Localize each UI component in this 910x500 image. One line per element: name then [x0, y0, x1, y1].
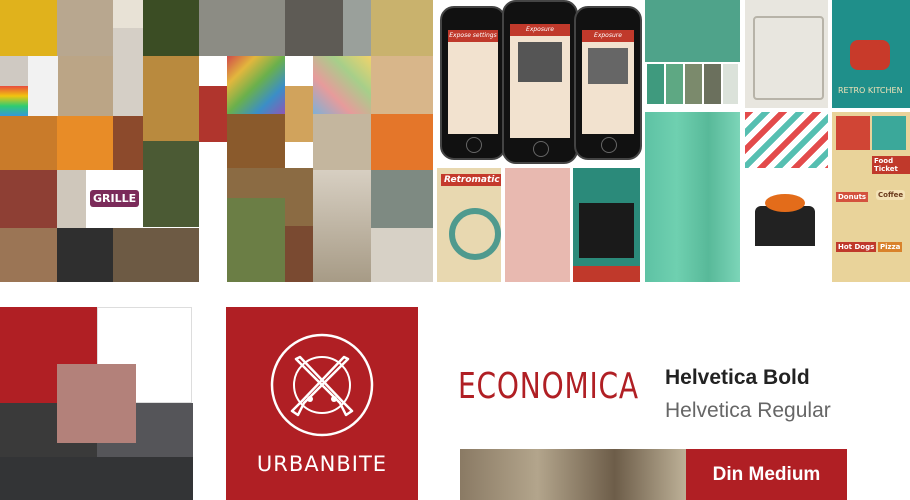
- home-button-icon: [601, 137, 617, 153]
- collage-tile-steak-salad: [227, 198, 285, 282]
- phone-mockup-center: Exposure: [502, 0, 578, 164]
- palette-swatch: [704, 64, 721, 104]
- collage-tile-dinner: [113, 116, 143, 170]
- display-font-sample: ECONOMICA: [458, 366, 639, 407]
- collage-tile-chevron: [745, 112, 828, 168]
- collage-tile-vegetables: [227, 114, 285, 168]
- moodboard-collage: GRILLE Expose settings Exposure Exposure…: [0, 0, 910, 282]
- collage-tile-storefront: [57, 170, 86, 228]
- collage-tile-persimmons: [57, 116, 113, 170]
- collage-tile-street: [113, 228, 199, 282]
- grille-logo-text: GRILLE: [90, 190, 140, 207]
- collage-tile-bbq: [143, 141, 199, 227]
- collage-tile-camera-app: [573, 168, 640, 282]
- collage-tile-box: [371, 56, 433, 114]
- bold-font-sample: Helvetica Bold: [665, 366, 810, 389]
- brand-name: URBANBITE: [256, 452, 388, 476]
- collage-tile-guacamole: [143, 0, 199, 56]
- brand-logo-block: URBANBITE: [226, 307, 418, 500]
- collage-tile-pinup-poster: [505, 168, 570, 282]
- collage-tile-retro-kitchen: RETRO KITCHEN: [832, 0, 910, 108]
- palette-swatch: [723, 64, 738, 104]
- collage-tile-cutlery: [0, 56, 28, 86]
- collage-tile-yellow-pot: [0, 0, 57, 56]
- collage-tile-burger: [285, 86, 313, 142]
- collage-tile-kitchen-table: [285, 0, 343, 56]
- collage-tile-tote: [28, 56, 58, 116]
- collage-tile-shelves: [58, 56, 113, 116]
- collage-tile-cityscape: [313, 170, 371, 282]
- collage-tile-retromatic-poster: Retromatic: [437, 168, 501, 282]
- collage-tile-plates: [113, 28, 143, 116]
- hot-dogs-text: Hot Dogs: [836, 242, 877, 252]
- collage-tile-citrus: [371, 114, 433, 170]
- collage-tile-watercolor-dots: [313, 56, 371, 114]
- collage-tile-teal-wood: [645, 112, 740, 282]
- phone-header: Exposure: [510, 24, 570, 36]
- collage-tile-counter: [0, 228, 57, 282]
- palette-swatch: [685, 64, 702, 104]
- palette-swatch: [666, 64, 683, 104]
- collage-tile-restaurant: [0, 170, 57, 228]
- home-button-icon: [466, 137, 482, 153]
- collage-tile-salad: [0, 116, 57, 170]
- collage-tile-food-signs: Food Ticket Coffee Donuts Hot Dogs Pizza: [832, 112, 910, 282]
- collage-tile-retro-woman: [199, 0, 285, 56]
- collage-tile-kitchen-shelf: [57, 0, 113, 56]
- collage-tile-plated-food: [371, 228, 433, 282]
- retromatic-text: Retromatic: [441, 174, 501, 186]
- collage-tile-chalkboard: [57, 228, 113, 282]
- food-ticket-text: Food Ticket: [872, 156, 910, 174]
- collage-tile-color-chart: [227, 56, 285, 114]
- collage-tile-palette: [645, 62, 740, 108]
- regular-font-sample: Helvetica Regular: [665, 399, 831, 422]
- brand-color-swatches: [0, 307, 193, 500]
- swatch-rose: [57, 364, 136, 443]
- collage-tile-color-stripes: [0, 86, 28, 116]
- phone-header: Expose settings: [448, 30, 498, 42]
- collage-tile-grille-logo: GRILLE: [86, 170, 143, 228]
- collage-tile-bottles: [343, 0, 371, 56]
- collage-tile-tableware: [113, 0, 143, 28]
- coffee-text: Coffee: [876, 190, 906, 200]
- palette-swatch: [647, 64, 664, 104]
- crossed-knives-icon: [270, 333, 374, 437]
- phone-mockup-left: Expose settings: [440, 6, 506, 160]
- donuts-text: Donuts: [836, 192, 869, 202]
- collage-tile-retro-stove: [745, 0, 828, 108]
- collage-tile-jars: [371, 170, 433, 228]
- swatch-charcoal-bottom: [0, 457, 193, 500]
- collage-tile-city-splash: [745, 172, 828, 282]
- pizza-text: Pizza: [878, 242, 903, 252]
- collage-tile-dumplings: [143, 56, 199, 141]
- phone-header: Exposure: [582, 30, 634, 42]
- retro-kitchen-text: RETRO KITCHEN: [838, 86, 903, 95]
- collage-tile-containers: [313, 114, 371, 170]
- home-button-icon: [533, 141, 549, 157]
- collage-tile-fruit: [199, 86, 227, 142]
- medium-font-sample: Din Medium: [686, 449, 847, 500]
- collage-tile-wine: [285, 226, 313, 282]
- phone-mockup-right: Exposure: [574, 6, 642, 160]
- collage-tile-teal-door: [645, 0, 740, 62]
- collage-tile-packaging: [371, 0, 433, 56]
